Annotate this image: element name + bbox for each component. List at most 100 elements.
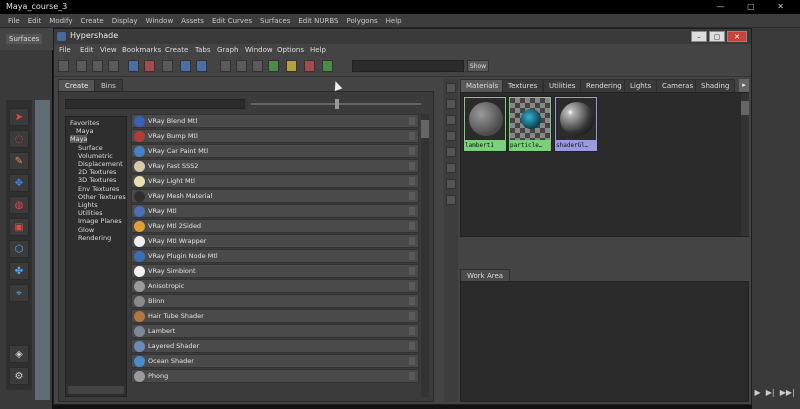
tab-shading[interactable]: Shading [695, 79, 736, 92]
shader-list-item[interactable]: Phong [131, 369, 419, 383]
rearrange-graph-icon[interactable] [236, 60, 247, 72]
material-area-scrollbar[interactable] [741, 93, 749, 236]
scale-tool-icon[interactable]: ▣ [9, 218, 29, 236]
maya-menu-item[interactable]: Surfaces [260, 17, 290, 25]
hypershade-menu-view[interactable]: View [100, 46, 117, 54]
show-manipulator-icon[interactable]: ⌖ [9, 284, 29, 302]
previous-graph-icon[interactable] [252, 60, 263, 72]
side-tool-icon-7[interactable] [446, 179, 456, 189]
hypershade-menu-tabs[interactable]: Tabs [195, 46, 211, 54]
shader-list-item[interactable]: VRay Mesh Material [131, 189, 419, 203]
shader-list-item[interactable]: VRay Car Paint Mtl [131, 144, 419, 158]
tree-item[interactable]: Favorites [70, 119, 99, 127]
maya-menu-item[interactable]: Help [386, 17, 402, 25]
filter-field[interactable] [352, 60, 464, 72]
hypershade-menu-options[interactable]: Options [277, 46, 304, 54]
maya-menu-item[interactable]: Modify [49, 17, 72, 25]
shader-list-item[interactable]: Ocean Shader [131, 354, 419, 368]
shader-options-icon[interactable] [409, 162, 415, 170]
material-swatch[interactable]: lambert1 [463, 96, 507, 152]
maya-menu-item[interactable]: Assets [181, 17, 204, 25]
tree-item[interactable]: Surface [78, 144, 103, 152]
maya-menu-item[interactable]: Create [80, 17, 103, 25]
shelf-label[interactable]: Surfaces [6, 34, 43, 44]
tab-work-area[interactable]: Work Area [460, 269, 511, 281]
shader-list-item[interactable]: VRay Fast SSS2 [131, 159, 419, 173]
tab-rendering[interactable]: Rendering [580, 79, 628, 92]
graph-up-icon[interactable] [162, 60, 173, 72]
next-graph-icon[interactable] [268, 60, 279, 72]
tab-bins[interactable]: Bins [94, 79, 123, 91]
maya-menu-item[interactable]: Display [112, 17, 138, 25]
shader-options-icon[interactable] [409, 327, 415, 335]
side-tool-icon-1[interactable] [446, 83, 456, 93]
shader-options-icon[interactable] [409, 192, 415, 200]
shader-options-icon[interactable] [409, 357, 415, 365]
layout-icon[interactable]: ◈ [9, 345, 29, 363]
graph-materials-icon[interactable] [144, 60, 155, 72]
tab-textures[interactable]: Textures [502, 79, 544, 92]
shader-list-item[interactable]: VRay Simbiont [131, 264, 419, 278]
shader-options-icon[interactable] [409, 342, 415, 350]
side-tool-icon-6[interactable] [446, 163, 456, 173]
hypershade-menu-help[interactable]: Help [310, 46, 326, 54]
toolbar-toggle-icon[interactable] [58, 60, 69, 72]
shader-options-icon[interactable] [409, 312, 415, 320]
video-window-controls[interactable]: — ▢ ✕ [717, 2, 794, 11]
layout-top-icon[interactable] [76, 60, 87, 72]
shader-options-icon[interactable] [409, 252, 415, 260]
shader-options-icon[interactable] [409, 282, 415, 290]
maya-menu-item[interactable]: Edit [28, 17, 42, 25]
maya-menu-item[interactable]: Edit Curves [212, 17, 252, 25]
shader-options-icon[interactable] [409, 237, 415, 245]
graph-updown-icon[interactable] [196, 60, 207, 72]
material-swatch[interactable]: shaderGl… [554, 96, 598, 152]
tree-item[interactable]: Maya [70, 135, 88, 144]
shader-options-icon[interactable] [409, 117, 415, 125]
tree-item[interactable]: 3D Textures [78, 176, 116, 184]
maya-menu-item[interactable]: Edit NURBS [298, 17, 338, 25]
tab-cameras[interactable]: Cameras [656, 79, 700, 92]
move-tool-icon[interactable]: ✥ [9, 174, 29, 192]
layout-split-icon[interactable] [108, 60, 119, 72]
tree-item[interactable]: Rendering [78, 234, 111, 242]
hypershade-title-bar[interactable]: Hypershade – ▢ ✕ [54, 29, 751, 44]
shader-options-icon[interactable] [409, 177, 415, 185]
tab-materials[interactable]: Materials [460, 79, 505, 92]
show-top-tabs-icon[interactable] [128, 60, 139, 72]
paint-tool-icon[interactable]: ✎ [9, 152, 29, 170]
close-button[interactable]: ✕ [727, 31, 747, 42]
minimize-button[interactable]: – [691, 31, 707, 42]
tree-item[interactable]: Displacement [78, 160, 123, 168]
shader-list-item[interactable]: Anisotropic [131, 279, 419, 293]
shader-list-item[interactable]: Hair Tube Shader [131, 309, 419, 323]
shader-options-icon[interactable] [409, 267, 415, 275]
shader-list-item[interactable]: VRay Light Mtl [131, 174, 419, 188]
tab-lights[interactable]: Lights [624, 79, 658, 92]
shader-list-item[interactable]: VRay Bump Mtl [131, 129, 419, 143]
node-search-input[interactable] [65, 99, 245, 109]
side-tool-icon-8[interactable] [446, 195, 456, 205]
layout-bottom-icon[interactable] [92, 60, 103, 72]
side-tool-icon-2[interactable] [446, 99, 456, 109]
shader-list-item[interactable]: Blinn [131, 294, 419, 308]
record-icon[interactable] [304, 60, 315, 72]
show-button[interactable]: Show [467, 60, 489, 72]
shader-options-icon[interactable] [409, 207, 415, 215]
hypershade-menu-edit[interactable]: Edit [80, 46, 94, 54]
material-swatch[interactable]: particle… [508, 96, 552, 152]
icon-size-slider-handle[interactable] [335, 99, 339, 109]
maya-menu-item[interactable]: File [8, 17, 20, 25]
hypershade-menu-create[interactable]: Create [165, 46, 188, 54]
tree-item[interactable]: 2D Textures [78, 168, 116, 176]
shader-list-item[interactable]: VRay Blend Mtl [131, 114, 419, 128]
side-tool-icon-3[interactable] [446, 115, 456, 125]
shader-list-item[interactable]: VRay Mtl 2Sided [131, 219, 419, 233]
tree-item[interactable]: Volumetric [78, 152, 113, 160]
tab-create[interactable]: Create [58, 79, 96, 91]
tab-utilities[interactable]: Utilities [543, 79, 582, 92]
shader-options-icon[interactable] [409, 147, 415, 155]
side-tool-icon-4[interactable] [446, 131, 456, 141]
lasso-tool-icon[interactable]: ◌ [9, 130, 29, 148]
render-swatch-icon[interactable] [286, 60, 297, 72]
